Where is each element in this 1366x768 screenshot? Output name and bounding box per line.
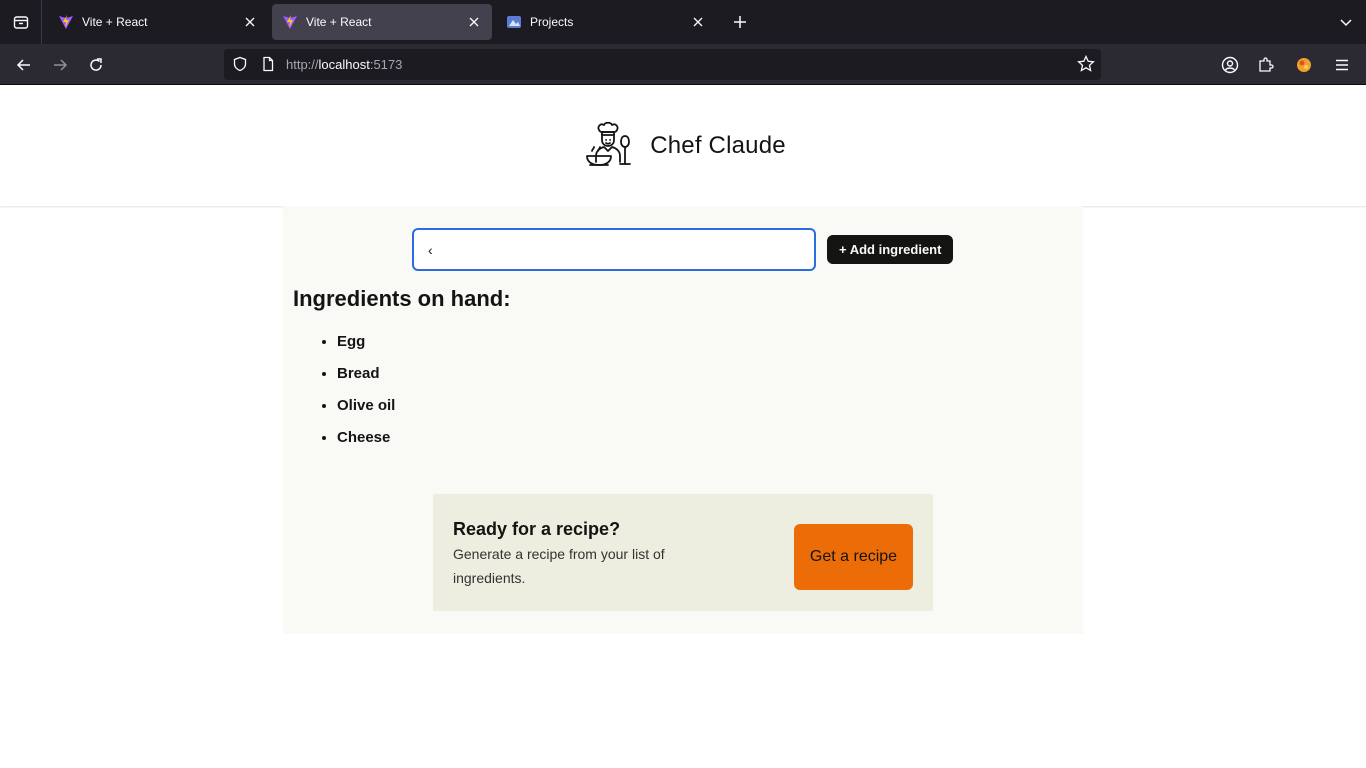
add-ingredient-button[interactable]: + Add ingredient — [827, 235, 954, 264]
new-tab-button[interactable] — [728, 10, 752, 34]
url-text[interactable]: http://localhost:5173 — [286, 57, 402, 72]
get-recipe-button[interactable]: Get a recipe — [794, 524, 913, 590]
brand-title: Chef Claude — [650, 131, 786, 159]
extensions-button[interactable] — [1253, 52, 1279, 78]
reload-button[interactable] — [83, 52, 109, 78]
url-port: :5173 — [369, 57, 403, 72]
account-button[interactable] — [1217, 52, 1243, 78]
ingredients-heading: Ingredients on hand: — [293, 286, 511, 311]
tab-title: Vite + React — [82, 15, 148, 29]
tab-title: Projects — [530, 15, 574, 29]
list-item: Egg — [337, 330, 395, 362]
recipe-card-title: Ready for a recipe? — [453, 519, 621, 539]
list-item: Olive oil — [337, 394, 395, 426]
extension-icon — [1297, 58, 1311, 72]
url-bar[interactable]: http://localhost:5173 — [224, 49, 1101, 80]
main-content: + Add ingredient Ingredients on hand: Eg… — [283, 206, 1083, 634]
add-ingredient-form: + Add ingredient — [412, 228, 954, 271]
navigation-toolbar: http://localhost:5173 — [0, 44, 1366, 85]
bookmark-star-icon[interactable] — [1077, 54, 1095, 78]
chef-icon — [586, 121, 632, 166]
list-item: Bread — [337, 362, 395, 394]
tab-vite-react-2[interactable]: Vite + React — [272, 4, 492, 40]
firefox-view-icon — [13, 16, 28, 29]
projects-icon — [507, 16, 521, 28]
list-all-tabs-button[interactable] — [1334, 10, 1358, 34]
account-icon — [1221, 56, 1239, 74]
chevron-down-icon — [1340, 19, 1352, 27]
close-tab-icon[interactable] — [242, 14, 258, 30]
firefox-view-button[interactable] — [0, 0, 42, 44]
close-tab-icon[interactable] — [466, 14, 482, 30]
ingredients-list: Egg Bread Olive oil Cheese — [337, 330, 395, 458]
puzzle-icon — [1259, 57, 1274, 72]
app-header: Chef Claude — [0, 85, 1366, 206]
url-scheme: http:// — [286, 57, 319, 72]
page-info-icon[interactable] — [260, 56, 276, 77]
forward-button[interactable] — [47, 52, 73, 78]
plus-icon — [734, 16, 746, 28]
arrow-left-icon — [16, 59, 30, 71]
url-host: localhost — [318, 57, 370, 72]
hamburger-menu-icon — [1336, 59, 1348, 71]
extension-button[interactable] — [1291, 52, 1317, 78]
get-recipe-card: Ready for a recipe? Generate a recipe fr… — [433, 494, 933, 611]
tab-title: Vite + React — [306, 15, 372, 29]
tab-vite-react-1[interactable]: Vite + React — [48, 4, 268, 40]
vite-icon — [283, 15, 297, 29]
back-button[interactable] — [11, 52, 37, 78]
shield-icon[interactable] — [232, 56, 248, 77]
tab-bar: Vite + React Vite + React Projects — [0, 0, 1366, 44]
tab-projects[interactable]: Projects — [496, 4, 716, 40]
list-item: Cheese — [337, 426, 395, 458]
arrow-right-icon — [54, 59, 68, 71]
app-menu-button[interactable] — [1329, 52, 1355, 78]
vite-icon — [59, 15, 73, 29]
reload-icon — [90, 58, 102, 71]
recipe-card-description: Generate a recipe from your list of ingr… — [453, 546, 665, 586]
close-tab-icon[interactable] — [690, 14, 706, 30]
ingredient-input[interactable] — [412, 228, 816, 271]
